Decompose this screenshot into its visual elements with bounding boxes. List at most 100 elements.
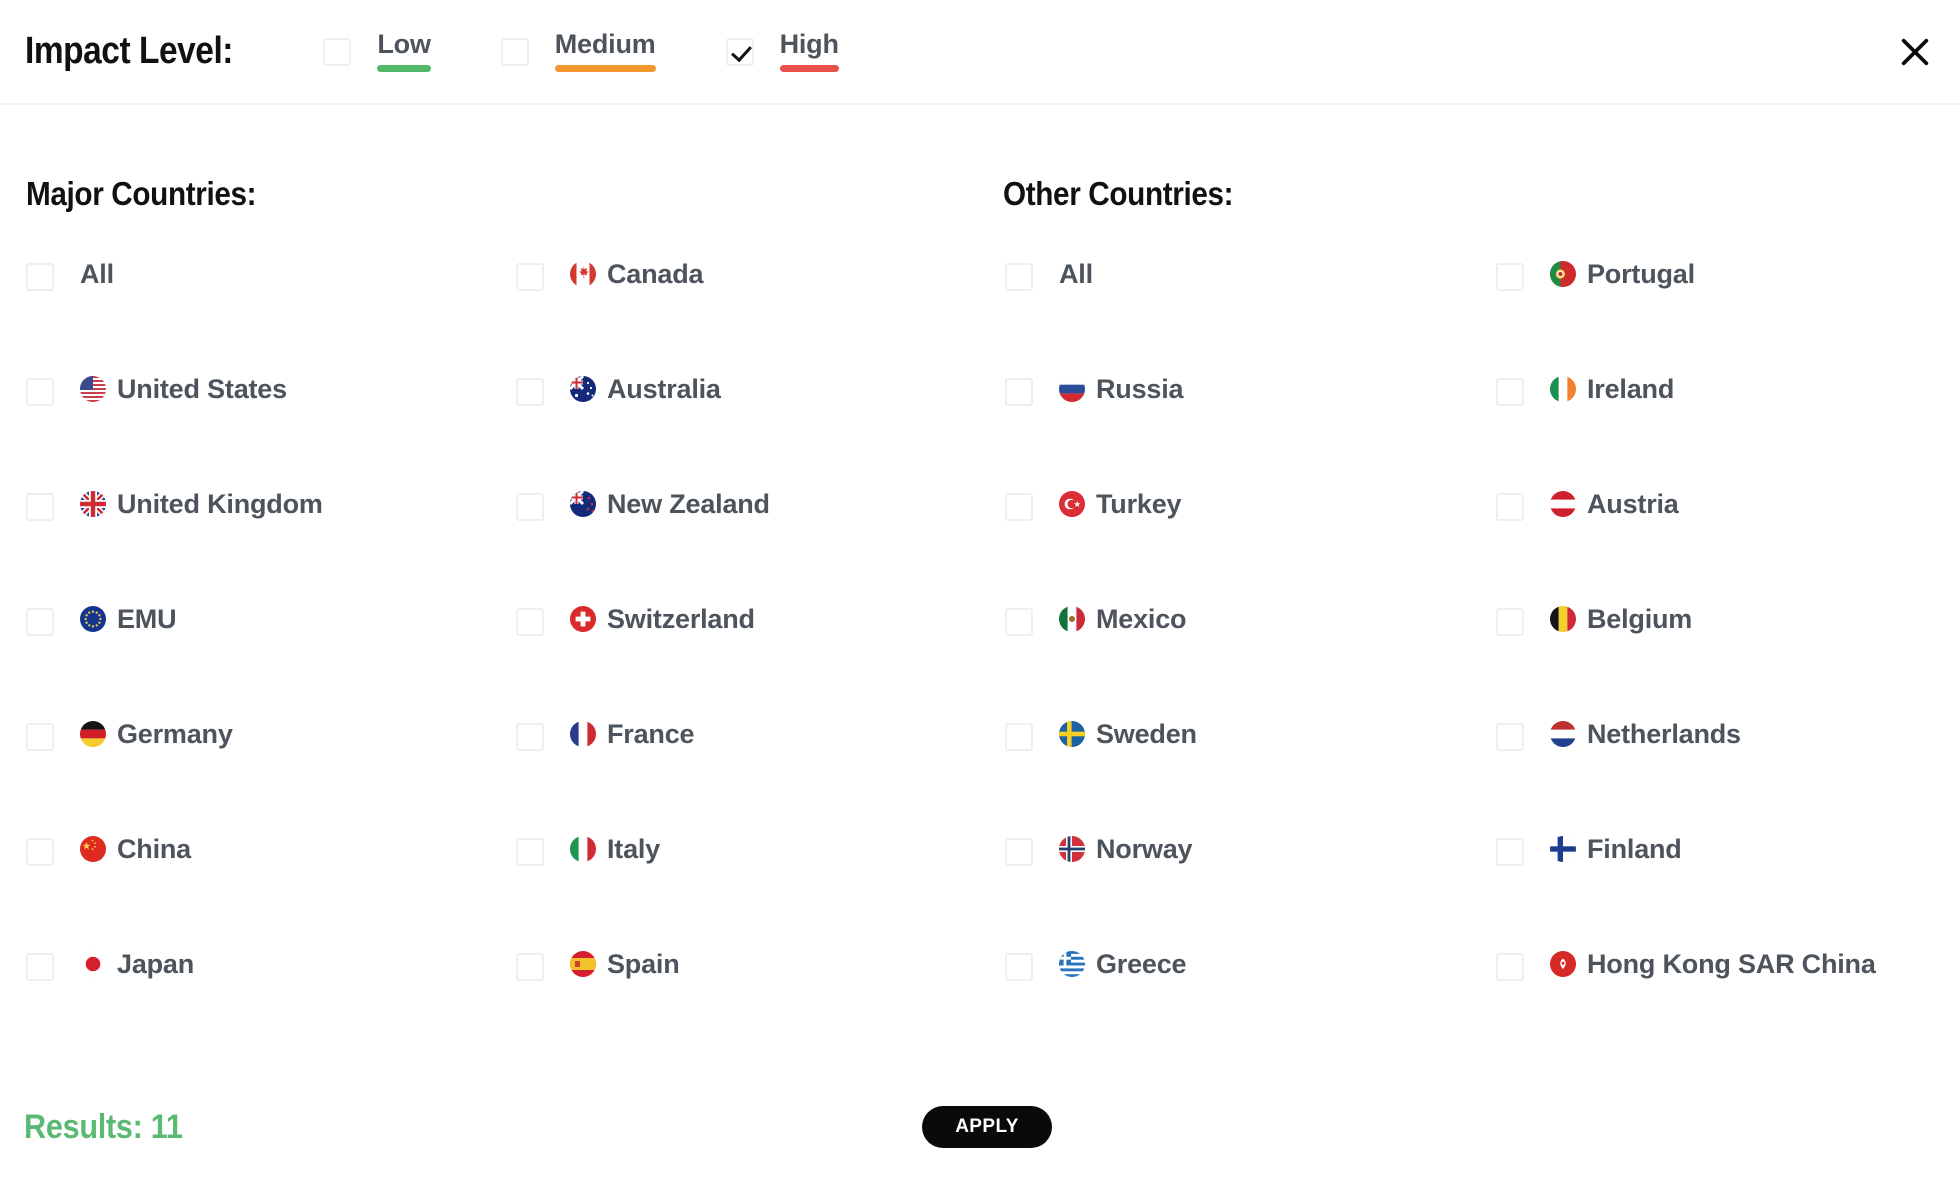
country-checkbox-united-states[interactable] bbox=[26, 378, 54, 406]
flag-icon-fi bbox=[1550, 836, 1576, 862]
impact-level-filter-panel: Impact Level: Low Medium High Major Countr… bbox=[0, 0, 1960, 1192]
impact-level-option-low[interactable]: Low bbox=[323, 31, 431, 72]
other-countries-column-1: All Russia Turkey Mexico Sweden Norway Greece bbox=[1005, 260, 1475, 1065]
country-row-australia[interactable]: Australia bbox=[516, 375, 986, 490]
country-label: EMU bbox=[117, 604, 177, 634]
country-checkbox-norway[interactable] bbox=[1005, 838, 1033, 866]
country-row-portugal[interactable]: Portugal bbox=[1496, 260, 1956, 375]
country-label-wrap: Australia bbox=[570, 375, 721, 403]
country-checkbox-sweden[interactable] bbox=[1005, 723, 1033, 751]
country-label-wrap: New Zealand bbox=[570, 490, 770, 518]
country-checkbox-finland[interactable] bbox=[1496, 838, 1524, 866]
country-row-switzerland[interactable]: Switzerland bbox=[516, 605, 986, 720]
country-row-all[interactable]: All bbox=[26, 260, 496, 375]
flag-icon-se bbox=[1059, 721, 1085, 747]
impact-level-underline bbox=[554, 65, 656, 72]
country-row-emu[interactable]: EMU bbox=[26, 605, 496, 720]
country-row-china[interactable]: China bbox=[26, 835, 496, 950]
country-checkbox-new-zealand[interactable] bbox=[516, 493, 544, 521]
country-checkbox-france[interactable] bbox=[516, 723, 544, 751]
country-checkbox-ireland[interactable] bbox=[1496, 378, 1524, 406]
country-row-all[interactable]: All bbox=[1005, 260, 1475, 375]
country-checkbox-australia[interactable] bbox=[516, 378, 544, 406]
country-label-wrap: Russia bbox=[1059, 375, 1184, 403]
flag-icon-ru bbox=[1059, 376, 1085, 402]
country-checkbox-belgium[interactable] bbox=[1496, 608, 1524, 636]
country-label: Netherlands bbox=[1587, 719, 1741, 749]
country-row-finland[interactable]: Finland bbox=[1496, 835, 1956, 950]
country-row-france[interactable]: France bbox=[516, 720, 986, 835]
flag-icon-eu bbox=[80, 606, 106, 632]
country-checkbox-all[interactable] bbox=[26, 263, 54, 291]
flag-icon-ie bbox=[1550, 376, 1576, 402]
country-row-ireland[interactable]: Ireland bbox=[1496, 375, 1956, 490]
country-row-hong-kong-sar-china[interactable]: Hong Kong SAR China bbox=[1496, 950, 1956, 1065]
country-checkbox-hong-kong-sar-china[interactable] bbox=[1496, 953, 1524, 981]
country-checkbox-greece[interactable] bbox=[1005, 953, 1033, 981]
country-row-canada[interactable]: Canada bbox=[516, 260, 986, 375]
country-row-greece[interactable]: Greece bbox=[1005, 950, 1475, 1065]
country-row-austria[interactable]: Austria bbox=[1496, 490, 1956, 605]
flag-icon-be bbox=[1550, 606, 1576, 632]
country-row-mexico[interactable]: Mexico bbox=[1005, 605, 1475, 720]
impact-level-checkbox-medium[interactable] bbox=[500, 37, 529, 66]
country-checkbox-canada[interactable] bbox=[516, 263, 544, 291]
impact-level-options: Low Medium High bbox=[323, 31, 839, 72]
other-countries-column-2: Portugal Ireland Austria Belgium Netherlands… bbox=[1496, 260, 1956, 1065]
country-checkbox-japan[interactable] bbox=[26, 953, 54, 981]
country-checkbox-germany[interactable] bbox=[26, 723, 54, 751]
country-checkbox-turkey[interactable] bbox=[1005, 493, 1033, 521]
country-checkbox-all[interactable] bbox=[1005, 263, 1033, 291]
country-label: Finland bbox=[1587, 834, 1682, 864]
major-countries-column-2: Canada Australia New Zealand Switzerland Fra… bbox=[516, 260, 986, 1065]
country-checkbox-spain[interactable] bbox=[516, 953, 544, 981]
country-row-japan[interactable]: Japan bbox=[26, 950, 496, 1065]
country-label: Italy bbox=[607, 834, 661, 864]
impact-level-label-wrap: Low bbox=[377, 31, 431, 72]
country-checkbox-netherlands[interactable] bbox=[1496, 723, 1524, 751]
country-row-united-states[interactable]: United States bbox=[26, 375, 496, 490]
country-row-netherlands[interactable]: Netherlands bbox=[1496, 720, 1956, 835]
impact-level-underline bbox=[377, 65, 431, 72]
country-label-wrap: Portugal bbox=[1550, 260, 1695, 288]
country-label: China bbox=[117, 834, 192, 864]
country-checkbox-china[interactable] bbox=[26, 838, 54, 866]
apply-button[interactable]: APPLY bbox=[922, 1106, 1052, 1148]
country-row-sweden[interactable]: Sweden bbox=[1005, 720, 1475, 835]
country-checkbox-switzerland[interactable] bbox=[516, 608, 544, 636]
country-label: Switzerland bbox=[607, 604, 755, 634]
country-checkbox-italy[interactable] bbox=[516, 838, 544, 866]
country-label: All bbox=[1059, 259, 1093, 289]
country-label-wrap: Belgium bbox=[1550, 605, 1692, 633]
flag-icon-nz bbox=[570, 491, 596, 517]
country-row-spain[interactable]: Spain bbox=[516, 950, 986, 1065]
country-label: Norway bbox=[1096, 834, 1193, 864]
country-label-wrap: Norway bbox=[1059, 834, 1193, 864]
country-checkbox-mexico[interactable] bbox=[1005, 608, 1033, 636]
country-checkbox-portugal[interactable] bbox=[1496, 263, 1524, 291]
impact-level-option-high[interactable]: High bbox=[725, 31, 839, 72]
country-label-wrap: Hong Kong SAR China bbox=[1550, 950, 1876, 978]
country-label: United States bbox=[117, 374, 287, 404]
country-label: Greece bbox=[1096, 949, 1187, 979]
flag-icon-de bbox=[80, 721, 106, 747]
country-row-new-zealand[interactable]: New Zealand bbox=[516, 490, 986, 605]
country-row-germany[interactable]: Germany bbox=[26, 720, 496, 835]
impact-level-checkbox-high[interactable] bbox=[725, 37, 754, 66]
country-checkbox-russia[interactable] bbox=[1005, 378, 1033, 406]
impact-level-checkbox-low[interactable] bbox=[323, 37, 352, 66]
country-row-norway[interactable]: Norway bbox=[1005, 835, 1475, 950]
country-row-italy[interactable]: Italy bbox=[516, 835, 986, 950]
country-checkbox-emu[interactable] bbox=[26, 608, 54, 636]
country-row-united-kingdom[interactable]: United Kingdom bbox=[26, 490, 496, 605]
country-checkbox-united-kingdom[interactable] bbox=[26, 493, 54, 521]
country-row-turkey[interactable]: Turkey bbox=[1005, 490, 1475, 605]
impact-level-option-medium[interactable]: Medium bbox=[500, 31, 656, 72]
country-row-belgium[interactable]: Belgium bbox=[1496, 605, 1956, 720]
country-row-russia[interactable]: Russia bbox=[1005, 375, 1475, 490]
country-checkbox-austria[interactable] bbox=[1496, 493, 1524, 521]
major-countries-heading: Major Countries: bbox=[26, 175, 257, 212]
country-label: Austria bbox=[1587, 489, 1679, 519]
country-label: Belgium bbox=[1587, 604, 1693, 634]
close-button[interactable] bbox=[1894, 31, 1936, 73]
